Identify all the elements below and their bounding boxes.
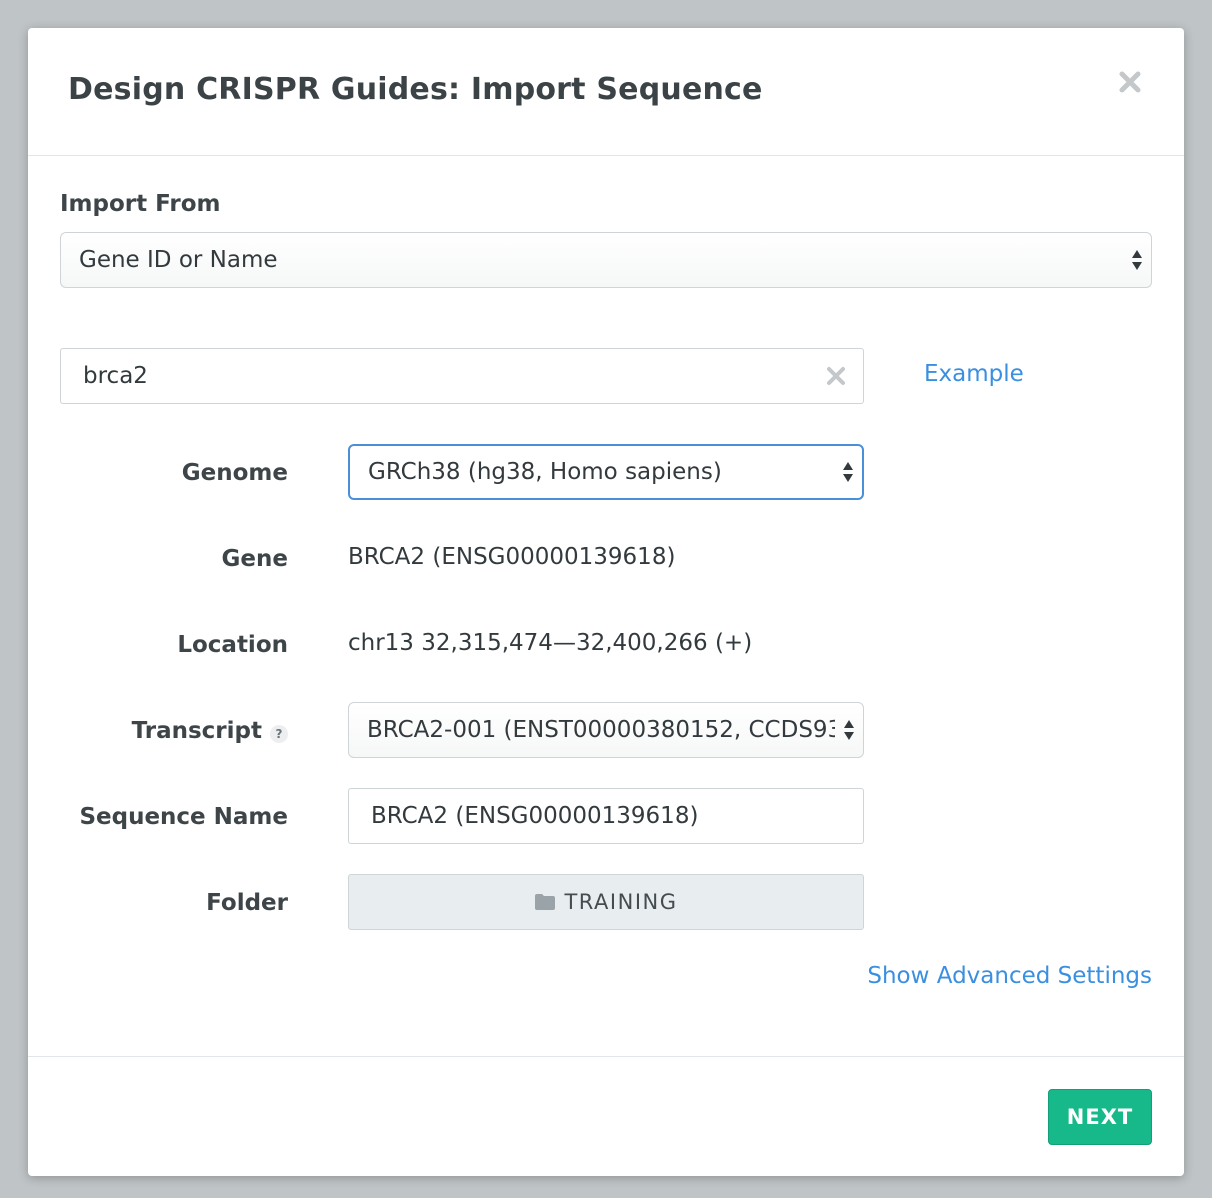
gene-search-input[interactable]: brca2 [60, 348, 864, 404]
genome-select[interactable]: GRCh38 (hg38, Homo sapiens) [348, 444, 864, 500]
next-button[interactable]: NEXT [1048, 1089, 1152, 1145]
gene-search-value: brca2 [83, 363, 148, 389]
sequence-name-label-text: Sequence Name [79, 804, 288, 830]
transcript-label-text: Transcript [131, 718, 262, 744]
modal-footer: NEXT [28, 1056, 1184, 1177]
folder-label-text: Folder [206, 890, 288, 916]
folder-value: TRAINING [564, 890, 678, 914]
genome-label: Genome [182, 460, 288, 486]
genome-selected: GRCh38 (hg38, Homo sapiens) [368, 459, 722, 485]
sequence-name-input[interactable]: BRCA2 (ENSG00000139618) [348, 788, 864, 844]
location-label-text: Location [177, 632, 288, 658]
folder-icon [535, 894, 556, 910]
import-from-label: Import From [60, 191, 221, 217]
transcript-select[interactable]: BRCA2-001 (ENST00000380152, CCDS9344) [348, 702, 864, 758]
select-arrows-icon [844, 720, 854, 740]
show-advanced-settings-link[interactable]: Show Advanced Settings [867, 963, 1152, 989]
gene-label-text: Gene [221, 546, 288, 572]
transcript-label: Transcript ? [132, 718, 288, 744]
sequence-name-label: Sequence Name [79, 804, 288, 830]
sequence-name-value: BRCA2 (ENSG00000139618) [371, 803, 699, 829]
modal-header: Design CRISPR Guides: Import Sequence [28, 28, 1184, 156]
location-label: Location [177, 632, 288, 658]
gene-value: BRCA2 (ENSG00000139618) [348, 544, 676, 570]
example-link[interactable]: Example [924, 361, 1024, 387]
select-arrows-icon [843, 462, 853, 482]
location-value: chr13 32,315,474—32,400,266 (+) [348, 630, 753, 656]
modal-title: Design CRISPR Guides: Import Sequence [68, 72, 763, 107]
transcript-selected: BRCA2-001 (ENST00000380152, CCDS9344) [367, 717, 835, 743]
clear-icon[interactable] [825, 365, 847, 387]
close-icon[interactable] [1116, 68, 1144, 96]
import-sequence-modal: Design CRISPR Guides: Import Sequence Im… [28, 28, 1184, 1176]
genome-label-text: Genome [181, 460, 288, 486]
folder-button[interactable]: TRAINING [348, 874, 864, 930]
gene-label: Gene [222, 546, 288, 572]
folder-label: Folder [206, 890, 288, 916]
import-from-selected: Gene ID or Name [79, 247, 278, 273]
import-from-select[interactable]: Gene ID or Name [60, 232, 1152, 288]
help-icon[interactable]: ? [270, 725, 288, 743]
select-arrows-icon [1132, 250, 1142, 270]
